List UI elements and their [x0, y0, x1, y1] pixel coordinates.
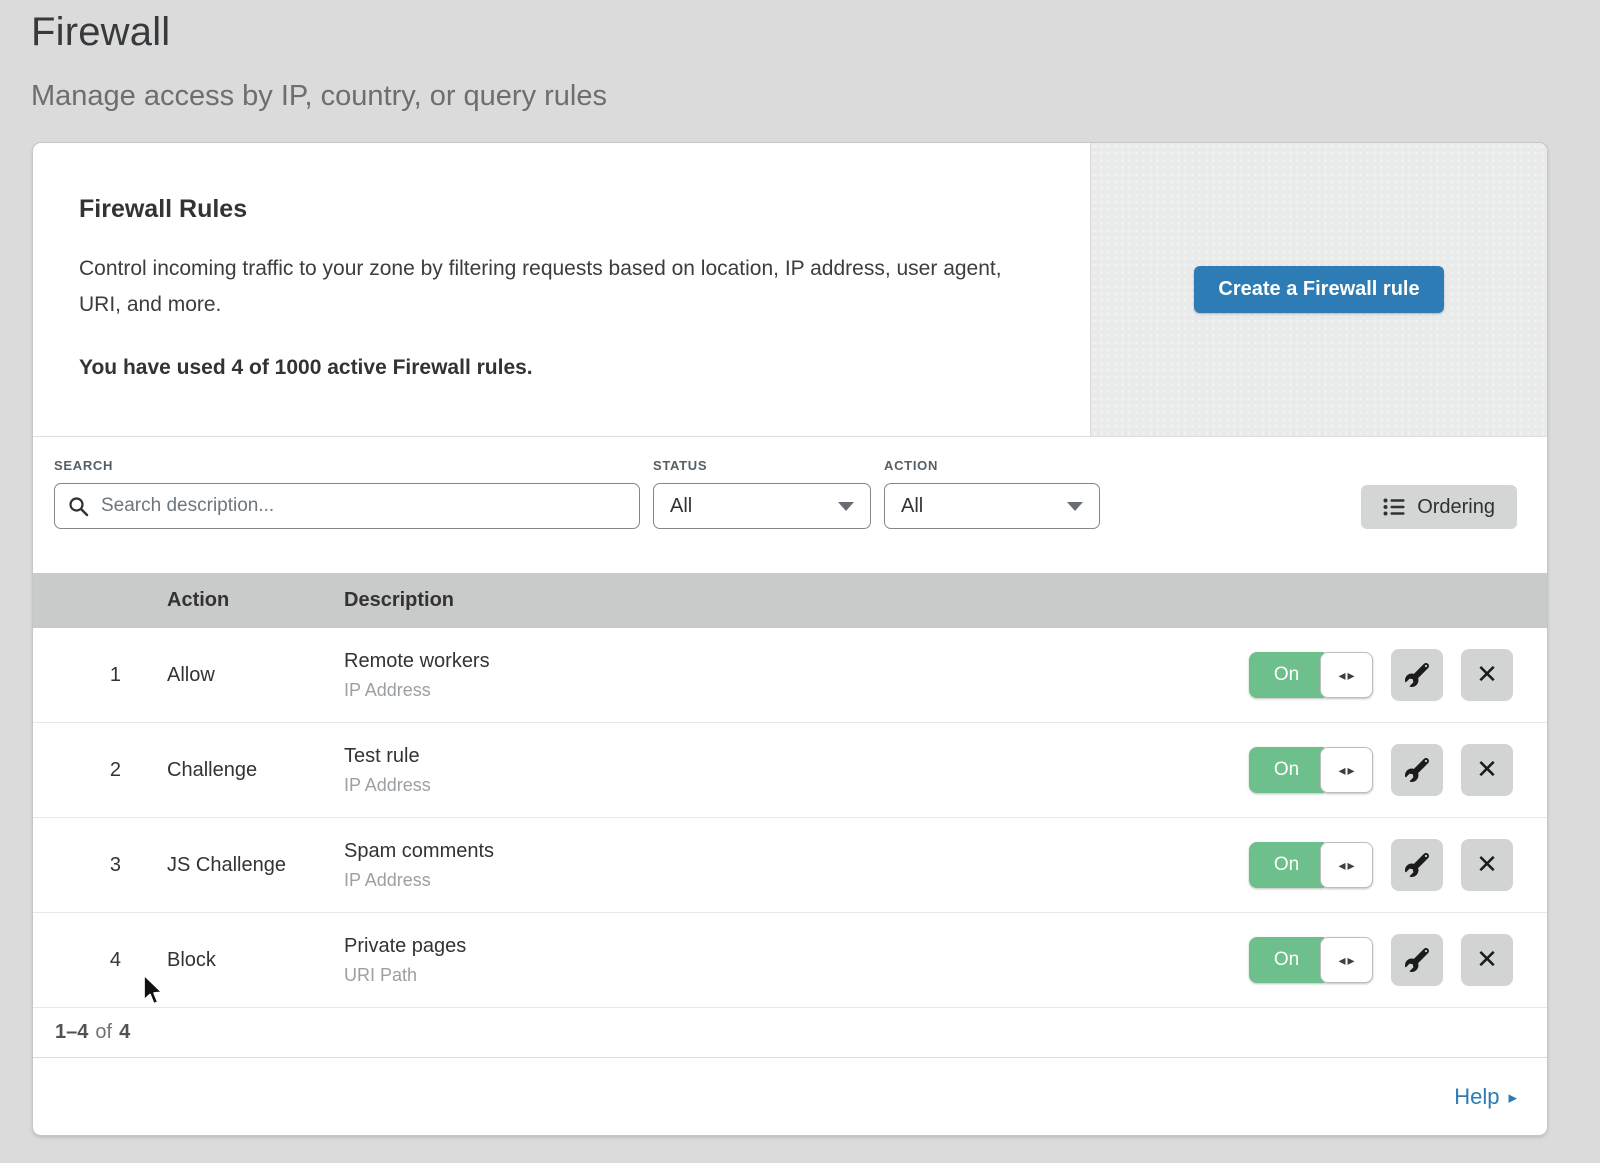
help-link[interactable]: Help ▸ [1454, 1084, 1517, 1110]
toggle-handle[interactable]: ◂▸ [1320, 747, 1373, 793]
rule-enabled-toggle[interactable]: On ◂▸ [1249, 937, 1373, 983]
search-box [54, 483, 640, 529]
card-top-section: Firewall Rules Control incoming traffic … [33, 143, 1547, 437]
wrench-icon [1405, 663, 1429, 687]
page-title: Firewall [31, 10, 1600, 55]
rules-table: Action Description 1 Allow Remote worker… [33, 573, 1547, 1135]
action-filter: ACTION All [884, 458, 1100, 529]
pagination: 1–4 of 4 [33, 1008, 1547, 1058]
status-select[interactable]: All [653, 483, 871, 529]
table-row: 1 Allow Remote workers IP Address On ◂▸ [33, 628, 1547, 723]
search-label: SEARCH [54, 458, 640, 473]
rule-enabled-toggle[interactable]: On ◂▸ [1249, 842, 1373, 888]
list-icon [1383, 497, 1405, 517]
toggle-handle[interactable]: ◂▸ [1320, 652, 1373, 698]
delete-rule-button[interactable]: ✕ [1461, 744, 1513, 796]
wrench-icon [1405, 758, 1429, 782]
table-header-row: Action Description [33, 573, 1547, 628]
rule-priority: 1 [33, 664, 167, 687]
ordering-label: Ordering [1417, 496, 1495, 519]
rule-match-type: IP Address [344, 870, 1249, 891]
toggle-on-label: On [1249, 747, 1324, 793]
column-header-description: Description [344, 589, 1513, 612]
status-filter: STATUS All [653, 458, 871, 529]
search-input[interactable] [99, 494, 626, 518]
usage-summary: You have used 4 of 1000 active Firewall … [79, 356, 1050, 380]
x-icon: ✕ [1476, 662, 1498, 688]
rule-action: Block [167, 949, 344, 972]
table-row: 2 Challenge Test rule IP Address On ◂▸ [33, 723, 1547, 818]
rule-description: Private pages [344, 935, 1249, 958]
rule-action: JS Challenge [167, 854, 344, 877]
pagination-of-label: of [95, 1021, 112, 1044]
rule-action: Challenge [167, 759, 344, 782]
rule-description: Remote workers [344, 650, 1249, 673]
left-right-arrows-icon: ◂▸ [1336, 857, 1356, 874]
toggle-on-label: On [1249, 937, 1324, 983]
action-selected-value: All [901, 495, 923, 518]
ordering-button[interactable]: Ordering [1361, 485, 1517, 529]
firewall-rules-card: Firewall Rules Control incoming traffic … [33, 143, 1547, 1135]
rule-match-type: IP Address [344, 775, 1249, 796]
x-icon: ✕ [1476, 757, 1498, 783]
create-firewall-rule-button[interactable]: Create a Firewall rule [1194, 266, 1443, 313]
page-header: Firewall Manage access by IP, country, o… [0, 0, 1600, 113]
pagination-total: 4 [119, 1021, 130, 1044]
rule-priority: 4 [33, 949, 167, 972]
rule-enabled-toggle[interactable]: On ◂▸ [1249, 652, 1373, 698]
rule-action: Allow [167, 664, 344, 687]
x-icon: ✕ [1476, 947, 1498, 973]
edit-rule-button[interactable] [1391, 839, 1443, 891]
left-right-arrows-icon: ◂▸ [1336, 952, 1356, 969]
action-select[interactable]: All [884, 483, 1100, 529]
card-intro: Firewall Rules Control incoming traffic … [33, 143, 1090, 436]
delete-rule-button[interactable]: ✕ [1461, 934, 1513, 986]
delete-rule-button[interactable]: ✕ [1461, 839, 1513, 891]
edit-rule-button[interactable] [1391, 934, 1443, 986]
action-label: ACTION [884, 458, 1100, 473]
x-icon: ✕ [1476, 852, 1498, 878]
toggle-on-label: On [1249, 842, 1324, 888]
left-right-arrows-icon: ◂▸ [1336, 667, 1356, 684]
pagination-range: 1–4 [55, 1021, 88, 1044]
create-rule-panel: Create a Firewall rule [1090, 143, 1547, 436]
status-selected-value: All [670, 495, 692, 518]
rule-enabled-toggle[interactable]: On ◂▸ [1249, 747, 1373, 793]
rule-priority: 2 [33, 759, 167, 782]
edit-rule-button[interactable] [1391, 744, 1443, 796]
rule-priority: 3 [33, 854, 167, 877]
help-label: Help [1454, 1084, 1499, 1110]
rule-match-type: URI Path [344, 965, 1249, 986]
wrench-icon [1405, 853, 1429, 877]
page-subtitle: Manage access by IP, country, or query r… [31, 80, 1600, 113]
table-row: 3 JS Challenge Spam comments IP Address … [33, 818, 1547, 913]
search-icon [68, 496, 89, 517]
delete-rule-button[interactable]: ✕ [1461, 649, 1513, 701]
triangle-right-icon: ▸ [1508, 1086, 1517, 1108]
status-label: STATUS [653, 458, 871, 473]
search-filter: SEARCH [54, 458, 640, 529]
column-header-action: Action [167, 589, 344, 612]
table-row: 4 Block Private pages URI Path On ◂▸ [33, 913, 1547, 1008]
rule-match-type: IP Address [344, 680, 1249, 701]
help-row: Help ▸ [33, 1058, 1547, 1135]
filters-bar: SEARCH STATUS All ACTION All [33, 437, 1547, 573]
rule-description: Spam comments [344, 840, 1249, 863]
rule-description: Test rule [344, 745, 1249, 768]
card-description: Control incoming traffic to your zone by… [79, 251, 1024, 323]
chevron-down-icon [1067, 502, 1083, 511]
rules-table-body: 1 Allow Remote workers IP Address On ◂▸ [33, 628, 1547, 1008]
wrench-icon [1405, 948, 1429, 972]
chevron-down-icon [838, 502, 854, 511]
card-title: Firewall Rules [79, 195, 1050, 224]
toggle-handle[interactable]: ◂▸ [1320, 937, 1373, 983]
toggle-on-label: On [1249, 652, 1324, 698]
toggle-handle[interactable]: ◂▸ [1320, 842, 1373, 888]
edit-rule-button[interactable] [1391, 649, 1443, 701]
left-right-arrows-icon: ◂▸ [1336, 762, 1356, 779]
